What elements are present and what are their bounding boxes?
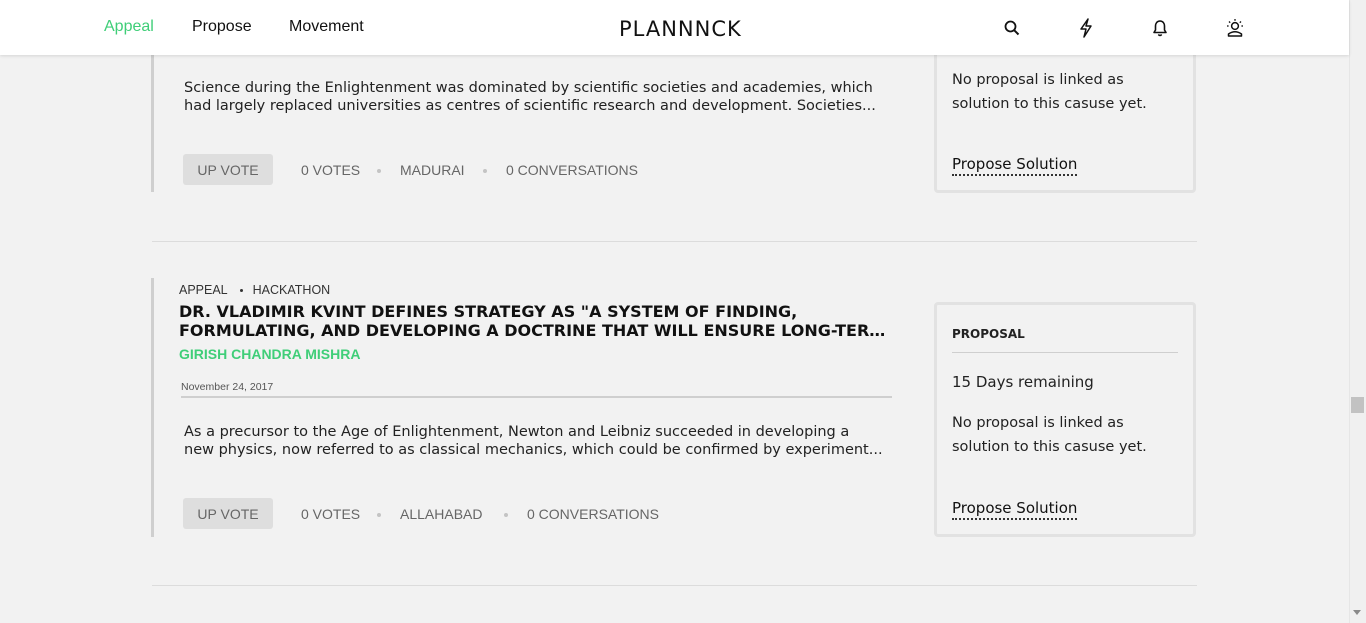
tagline-separator bbox=[239, 289, 243, 293]
scroll-down-arrow-icon[interactable] bbox=[1353, 610, 1361, 615]
propose-solution-link[interactable]: Propose Solution bbox=[952, 155, 1078, 176]
meta-separator bbox=[377, 169, 381, 173]
bell-icon[interactable] bbox=[1149, 16, 1171, 40]
proposal-card: PROPOSAL 15 Days remaining No proposal i… bbox=[934, 302, 1196, 537]
scrollbar-track[interactable] bbox=[1349, 0, 1366, 623]
meta-separator bbox=[504, 513, 508, 517]
post-tagline: APPEAL HACKATHON bbox=[179, 283, 330, 297]
votes-count: 0 VOTES bbox=[301, 506, 361, 522]
upvote-button[interactable]: UP VOTE bbox=[183, 154, 273, 185]
upvote-button[interactable]: UP VOTE bbox=[183, 498, 273, 529]
proposal-card: No proposal is linked as solution to thi… bbox=[934, 40, 1196, 193]
location-label[interactable]: ALLAHABAD bbox=[400, 506, 482, 522]
proposal-message: No proposal is linked as solution to thi… bbox=[952, 415, 1147, 455]
location-label[interactable]: MADURAI bbox=[400, 162, 465, 178]
propose-solution-link[interactable]: Propose Solution bbox=[952, 499, 1078, 520]
profile-icon[interactable] bbox=[1224, 16, 1246, 40]
title-line: FORMULATING, AND DEVELOPING A DOCTRINE T… bbox=[179, 321, 895, 340]
site-logo[interactable]: PLANNNCK bbox=[619, 17, 742, 41]
post-description: As a precursor to the Age of Enlightenme… bbox=[184, 423, 894, 459]
description-line: As a precursor to the Age of Enlightenme… bbox=[184, 424, 850, 440]
description-line: had largely replaced universities as cen… bbox=[184, 98, 876, 114]
post-left-border bbox=[151, 55, 154, 192]
proposal-heading: PROPOSAL bbox=[952, 327, 1025, 341]
post-category[interactable]: APPEAL bbox=[179, 283, 228, 297]
title-line: DR. VLADIMIR KVINT DEFINES STRATEGY AS "… bbox=[179, 302, 798, 321]
meta-separator bbox=[483, 169, 487, 173]
conversations-count[interactable]: 0 CONVERSATIONS bbox=[506, 162, 638, 178]
post-title[interactable]: DR. VLADIMIR KVINT DEFINES STRATEGY AS "… bbox=[179, 302, 895, 340]
date-underline bbox=[181, 396, 892, 398]
conversations-count[interactable]: 0 CONVERSATIONS bbox=[527, 506, 659, 522]
post-date: November 24, 2017 bbox=[181, 381, 274, 393]
votes-count: 0 VOTES bbox=[301, 162, 361, 178]
proposal-message: No proposal is linked as solution to thi… bbox=[952, 72, 1147, 112]
nav-appeal[interactable]: Appeal bbox=[104, 18, 154, 36]
bolt-icon[interactable] bbox=[1075, 16, 1097, 40]
scrollbar-thumb[interactable] bbox=[1351, 397, 1364, 413]
post-description: Science during the Enlightenment was dom… bbox=[184, 79, 894, 115]
meta-separator bbox=[377, 513, 381, 517]
search-icon[interactable] bbox=[1001, 16, 1023, 40]
days-remaining: 15 Days remaining bbox=[952, 373, 1094, 391]
post-divider bbox=[152, 241, 1197, 242]
description-line: Science during the Enlightenment was dom… bbox=[184, 80, 873, 96]
proposal-heading-rule bbox=[952, 352, 1178, 353]
post-left-border bbox=[151, 278, 154, 537]
nav-movement[interactable]: Movement bbox=[289, 18, 364, 36]
post-author[interactable]: GIRISH CHANDRA MISHRA bbox=[179, 346, 360, 362]
description-line: new physics, now referred to as classica… bbox=[184, 442, 883, 458]
nav-propose[interactable]: Propose bbox=[192, 18, 252, 36]
top-navigation-bar: Appeal Propose Movement PLANNNCK bbox=[0, 0, 1349, 55]
post-divider bbox=[152, 585, 1197, 586]
post-tag[interactable]: HACKATHON bbox=[253, 283, 331, 297]
